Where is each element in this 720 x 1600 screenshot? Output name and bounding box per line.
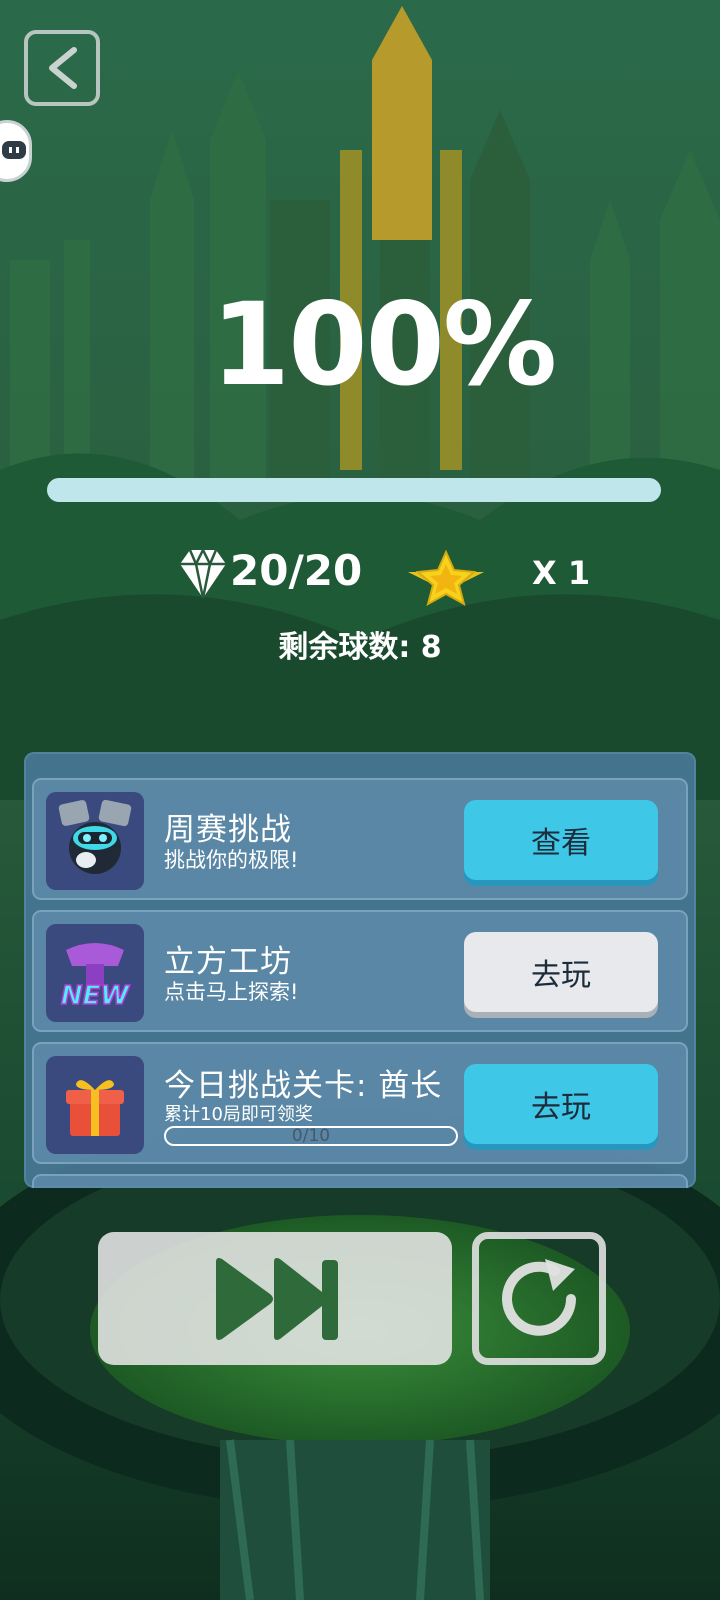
star-multiplier: X 1 bbox=[532, 554, 591, 592]
diamond-icon bbox=[180, 548, 226, 599]
task-title: 今日挑战关卡: 酋长 bbox=[164, 1068, 443, 1104]
next-level-button[interactable] bbox=[98, 1232, 452, 1365]
back-button[interactable] bbox=[24, 30, 100, 106]
completion-percent: 100% bbox=[210, 278, 557, 411]
robot-ball-icon bbox=[46, 792, 144, 890]
new-workshop-icon: NEW bbox=[46, 924, 144, 1022]
play-button[interactable]: 去玩 bbox=[464, 1064, 658, 1144]
task-subtitle: 点击马上探索! bbox=[164, 980, 299, 1004]
task-title: 周赛挑战 bbox=[164, 812, 292, 848]
level-progress-fill bbox=[47, 478, 661, 502]
play-button[interactable]: 去玩 bbox=[464, 932, 658, 1012]
restart-button[interactable] bbox=[472, 1232, 606, 1365]
task-row-daily-challenge: 今日挑战关卡: 酋长 累计10局即可领奖 0/10 去玩 bbox=[32, 1042, 688, 1164]
task-row-workshop: NEW 立方工坊 点击马上探索! 去玩 bbox=[32, 910, 688, 1032]
new-badge: NEW bbox=[61, 981, 131, 1011]
gift-box-icon bbox=[46, 1056, 144, 1154]
daily-progress-bar: 0/10 bbox=[164, 1126, 458, 1146]
daily-progress-text: 0/10 bbox=[291, 1126, 331, 1146]
winged-star-icon bbox=[408, 550, 484, 606]
task-row-weekly: 周赛挑战 挑战你的极限! 查看 bbox=[32, 778, 688, 900]
chevron-left-icon bbox=[49, 47, 77, 89]
task-row-partial bbox=[32, 1174, 688, 1188]
fast-forward-icon bbox=[216, 1257, 338, 1340]
restart-icon bbox=[502, 1258, 576, 1336]
gems-count: 20/20 bbox=[230, 546, 363, 595]
task-subtitle: 累计10局即可领奖 bbox=[164, 1104, 313, 1125]
level-progress-bar bbox=[47, 478, 661, 502]
chat-bubble-icon bbox=[2, 141, 26, 159]
view-button[interactable]: 查看 bbox=[464, 800, 658, 880]
task-title: 立方工坊 bbox=[164, 944, 292, 980]
task-subtitle: 挑战你的极限! bbox=[164, 848, 299, 872]
remaining-balls: 剩余球数: 8 bbox=[278, 630, 442, 665]
task-panel: 周赛挑战 挑战你的极限! 查看 NEW 立方工坊 点击马上探索! 去玩 今日挑战… bbox=[24, 752, 696, 1188]
